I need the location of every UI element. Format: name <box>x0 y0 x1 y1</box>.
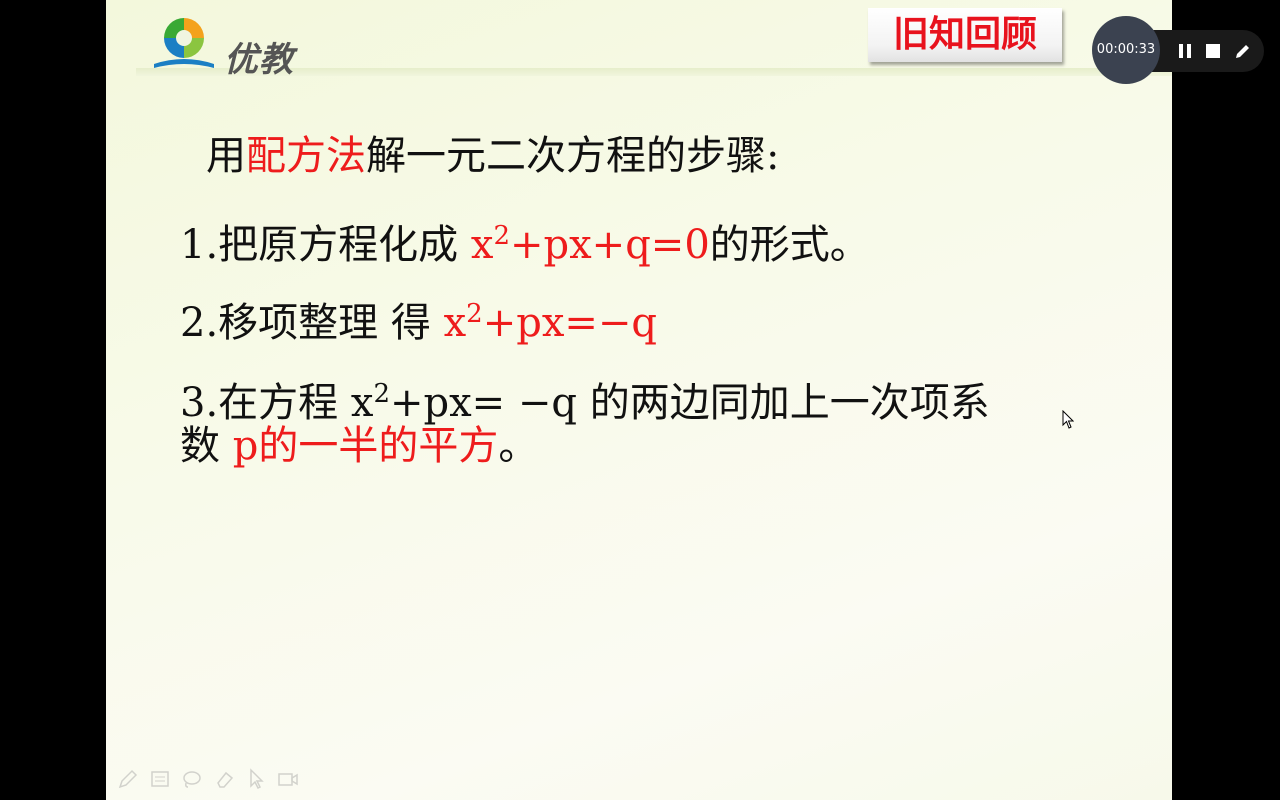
brand-logo: 优教 <box>148 14 308 80</box>
annotation-toolbar <box>116 764 300 794</box>
step-2-formula-x: x <box>443 300 467 346</box>
step-2-formula-rest: +px=−q <box>482 300 658 346</box>
step-1-formula: x2+px+q=0 <box>470 221 710 268</box>
step-1: 1.把原方程化成 x2+px+q=0的形式。 <box>180 212 870 269</box>
youjiao-logo-icon <box>154 18 214 68</box>
step-3-formula: x2+px= −q <box>350 379 578 426</box>
step-3: 3.在方程 x2+px= −q 的两边同加上一次项系 <box>180 370 990 427</box>
step-1-text: 把原方程化成 <box>218 222 471 268</box>
step-1-formula-x: x <box>470 222 494 268</box>
pencil-icon[interactable] <box>116 767 140 791</box>
step-1-suffix: 的形式。 <box>709 222 870 268</box>
step-2-formula: x2+px=−q <box>443 299 658 346</box>
step-3-number: 3. <box>180 380 219 426</box>
step-2: 2.移项整理 得 x2+px=−q <box>180 290 657 347</box>
step-3-line2-highlight: p的一半的平方 <box>232 423 499 469</box>
step-1-formula-sup: 2 <box>493 221 510 251</box>
step-2-formula-sup: 2 <box>466 299 483 329</box>
step-3-formula-sup: 2 <box>373 379 390 409</box>
brand-name: 优教 <box>224 40 294 80</box>
recording-timer: 00:00:33 <box>1092 16 1160 84</box>
step-3-text: 在方程 <box>218 380 351 426</box>
step-1-formula-rest: +px+q=0 <box>510 222 710 268</box>
step-3-suffix: 的两边同加上一次项系 <box>577 380 990 426</box>
stop-icon[interactable] <box>1204 42 1222 60</box>
step-3-line-2: 数 p的一半的平方。 <box>180 422 538 470</box>
heading-prefix: 用 <box>206 133 246 179</box>
step-3-line2-suffix: 。 <box>498 423 539 469</box>
pointer-icon[interactable] <box>244 767 268 791</box>
section-tag: 旧知回顾 <box>868 8 1062 62</box>
pause-icon[interactable] <box>1176 42 1194 60</box>
step-1-number: 1. <box>180 222 219 268</box>
step-3-line2-prefix: 数 <box>180 423 233 469</box>
step-2-text: 移项整理 得 <box>218 300 444 346</box>
camera-icon[interactable] <box>276 767 300 791</box>
step-2-number: 2. <box>180 300 219 346</box>
board-icon[interactable] <box>148 767 172 791</box>
screen-recorder-widget: 00:00:33 <box>1092 16 1264 84</box>
step-3-formula-x: x <box>350 380 374 426</box>
step-3-formula-rest: +px= −q <box>390 380 578 426</box>
slide-heading: 用配方法解一元二次方程的步骤: <box>206 132 779 180</box>
heading-highlight: 配方法 <box>246 133 366 179</box>
eraser-icon[interactable] <box>212 767 236 791</box>
presentation-slide: 优教 旧知回顾 用配方法解一元二次方程的步骤: 1.把原方程化成 x2+px+q… <box>106 0 1172 800</box>
heading-suffix: 解一元二次方程的步骤: <box>366 133 780 179</box>
screen: 优教 旧知回顾 用配方法解一元二次方程的步骤: 1.把原方程化成 x2+px+q… <box>0 0 1280 800</box>
mouse-cursor-icon <box>1062 410 1074 429</box>
pen-icon[interactable] <box>1234 42 1252 60</box>
lasso-icon[interactable] <box>180 767 204 791</box>
